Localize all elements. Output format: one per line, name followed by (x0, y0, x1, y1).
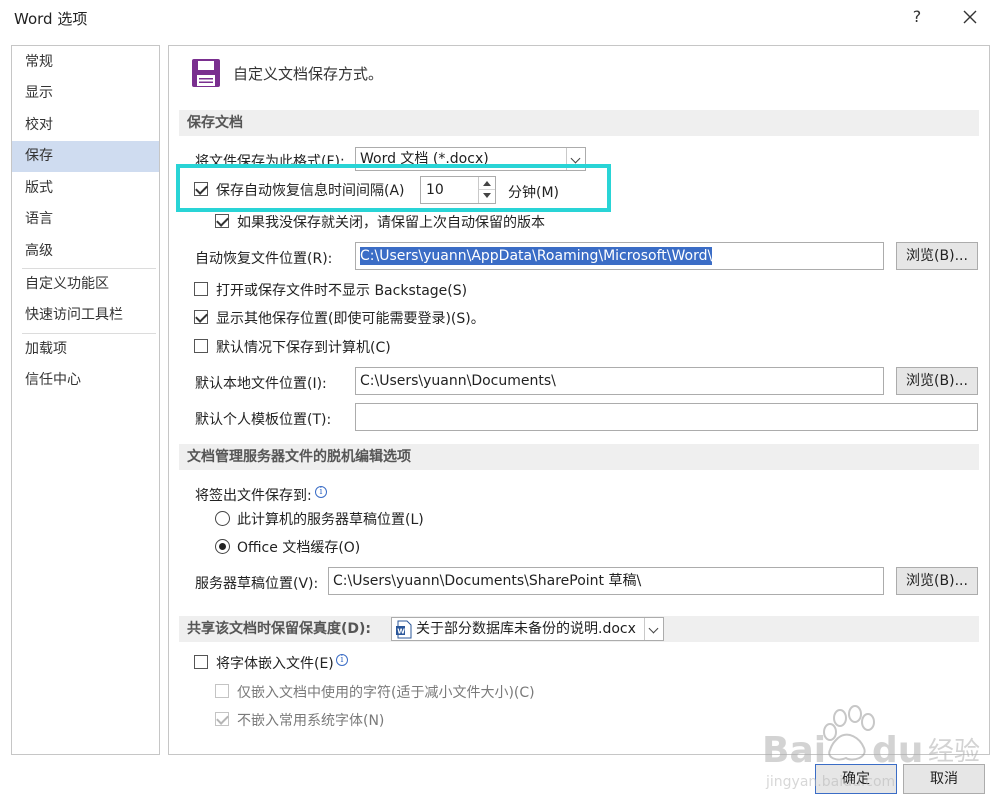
section-save-documents: 保存文档 (179, 110, 979, 136)
embed-fonts-checkbox[interactable] (194, 655, 208, 669)
help-button[interactable]: ? (906, 4, 928, 30)
browse-autorecover-button[interactable]: 浏览(B)... (896, 242, 978, 270)
autorecover-path-label: 自动恢复文件位置(R): (195, 251, 333, 267)
chevron-down-icon (644, 618, 663, 640)
embed-used-chars-label: 仅嵌入文档中使用的字符(适于减小文件大小)(C) (237, 685, 535, 701)
autorecover-path-value: C:\Users\yuann\AppData\Roaming\Microsoft… (360, 247, 713, 265)
save-to-computer-label: 默认情况下保存到计算机(C) (216, 340, 391, 356)
radio-office-cache[interactable] (215, 539, 230, 554)
sidebar-item-quick-access-toolbar[interactable]: 快速访问工具栏 (12, 300, 159, 331)
template-path-field[interactable] (355, 403, 978, 431)
checkout-label: 将签出文件保存到: (195, 488, 312, 504)
page-title: 自定义文档保存方式。 (233, 65, 384, 83)
embed-used-chars-checkbox[interactable] (215, 684, 229, 698)
no-common-fonts-checkbox[interactable] (215, 712, 229, 726)
sidebar-item-advanced[interactable]: 高级 (12, 236, 159, 267)
floppy-disk-icon (192, 59, 220, 87)
ok-button[interactable]: 确定 (815, 764, 897, 794)
cancel-button[interactable]: 取消 (903, 764, 985, 794)
word-document-icon: W (396, 620, 412, 639)
sidebar-item-language[interactable]: 语言 (12, 204, 159, 235)
info-icon: i (315, 486, 327, 498)
embed-fonts-label: 将字体嵌入文件(E) (216, 656, 334, 672)
browse-drafts-button[interactable]: 浏览(B)... (896, 567, 978, 595)
section-offline-editing: 文档管理服务器文件的脱机编辑选项 (179, 444, 979, 470)
local-path-field[interactable]: C:\Users\yuann\Documents\ (355, 367, 884, 395)
svg-text:W: W (397, 628, 405, 636)
close-icon (963, 10, 977, 24)
sidebar-item-add-ins[interactable]: 加载项 (12, 334, 159, 365)
sidebar-item-display[interactable]: 显示 (12, 78, 159, 109)
sidebar-item-general[interactable]: 常规 (12, 47, 159, 78)
fidelity-document-dropdown[interactable]: W 关于部分数据库未备份的说明.docx (391, 617, 664, 641)
sidebar-item-customize-ribbon[interactable]: 自定义功能区 (12, 269, 159, 300)
sidebar-item-trust-center[interactable]: 信任中心 (12, 365, 159, 396)
autorecover-path-field[interactable]: C:\Users\yuann\AppData\Roaming\Microsoft… (355, 242, 884, 270)
server-drafts-label: 此计算机的服务器草稿位置(L) (237, 512, 424, 528)
show-other-locations-label: 显示其他保存位置(即使可能需要登录)(S)。 (216, 311, 485, 327)
drafts-path-label: 服务器草稿位置(V): (195, 576, 319, 592)
sidebar-item-save[interactable]: 保存 (12, 141, 159, 172)
sidebar-item-proofing[interactable]: 校对 (12, 110, 159, 141)
save-to-computer-checkbox[interactable] (194, 339, 208, 353)
close-button[interactable] (956, 2, 984, 32)
keep-last-version-label: 如果我没保存就关闭，请保留上次自动保留的版本 (237, 215, 545, 231)
save-options-panel: 自定义文档保存方式。 保存文档 将文件保存为此格式(F): Word 文档 (*… (168, 45, 990, 755)
no-common-fonts-label: 不嵌入常用系统字体(N) (237, 713, 385, 729)
office-cache-label: Office 文档缓存(O) (237, 540, 361, 556)
no-backstage-checkbox[interactable] (194, 282, 208, 296)
fidelity-label: 共享该文档时保留保真度(D): (187, 621, 372, 637)
browse-local-button[interactable]: 浏览(B)... (896, 367, 978, 395)
no-backstage-label: 打开或保存文件时不显示 Backstage(S) (216, 283, 468, 299)
fidelity-document-value: 关于部分数据库未备份的说明.docx (416, 621, 636, 637)
drafts-path-field[interactable]: C:\Users\yuann\Documents\SharePoint 草稿\ (328, 567, 884, 595)
local-path-label: 默认本地文件位置(I): (195, 376, 327, 392)
window-title: Word 选项 (14, 10, 88, 28)
radio-server-drafts[interactable] (215, 511, 230, 526)
highlight-box (176, 164, 611, 212)
template-path-label: 默认个人模板位置(T): (195, 412, 332, 428)
info-icon: i (336, 654, 348, 666)
show-other-locations-checkbox[interactable] (194, 310, 208, 324)
sidebar-item-layout[interactable]: 版式 (12, 173, 159, 204)
keep-last-version-checkbox[interactable] (215, 214, 229, 228)
sidebar-nav: 常规 显示 校对 保存 版式 语言 高级 自定义功能区 快速访问工具栏 加载项 … (11, 45, 160, 755)
